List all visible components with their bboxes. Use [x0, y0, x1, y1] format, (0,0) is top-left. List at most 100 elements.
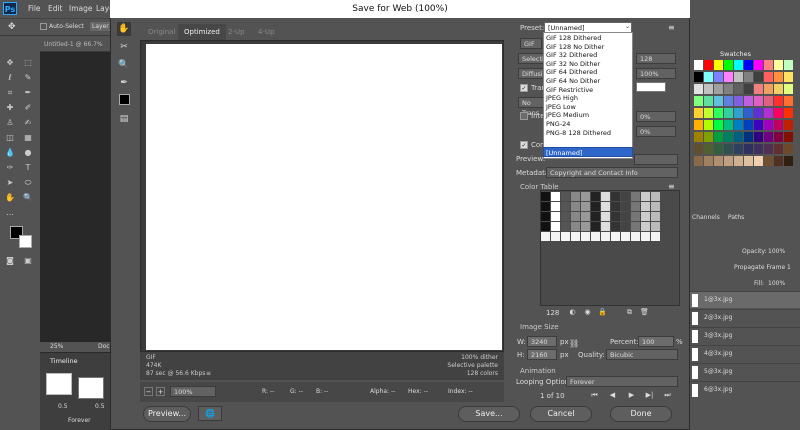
swatch[interactable]	[764, 144, 773, 154]
color-table-cell[interactable]	[601, 212, 610, 221]
swatch[interactable]	[764, 120, 773, 130]
tab-original[interactable]: Original	[142, 24, 181, 40]
swatch[interactable]	[694, 84, 703, 94]
color-table-cell[interactable]	[641, 212, 650, 221]
zoom-in-button[interactable]: +	[156, 387, 165, 396]
color-table-cell[interactable]	[551, 222, 560, 231]
colors-select[interactable]: 128	[636, 53, 676, 64]
swatch[interactable]	[714, 108, 723, 118]
swatch[interactable]	[734, 156, 743, 166]
color-table-cell[interactable]	[621, 202, 630, 211]
brush-icon[interactable]: ✐	[23, 103, 33, 113]
swatch[interactable]	[694, 132, 703, 142]
color-table-cell[interactable]	[571, 232, 580, 241]
optimized-preview-image[interactable]	[146, 44, 502, 350]
cancel-button[interactable]: Cancel	[530, 406, 592, 422]
color-table-cell[interactable]	[541, 192, 550, 201]
dither-amount[interactable]: 100%	[636, 68, 676, 79]
swatch[interactable]	[764, 60, 773, 70]
transparency-dither-select[interactable]: No Trans	[518, 97, 544, 117]
swatch[interactable]	[704, 84, 713, 94]
swatch[interactable]	[754, 120, 763, 130]
preset-option[interactable]: GIF 64 Dithered	[546, 68, 597, 76]
dodge-icon[interactable]: ●	[23, 148, 33, 158]
color-table-cell[interactable]	[541, 202, 550, 211]
eyedropper-tool-icon[interactable]: ✒	[117, 76, 131, 90]
swatch[interactable]	[774, 156, 783, 166]
color-table-cell[interactable]	[601, 232, 610, 241]
document-tab[interactable]: Untitled-1 @ 66.7%	[40, 38, 110, 52]
hand-icon[interactable]: ✋	[5, 193, 15, 203]
swatch[interactable]	[764, 96, 773, 106]
swatch[interactable]	[724, 60, 733, 70]
timeline-frame-1[interactable]	[46, 373, 72, 395]
swatch[interactable]	[754, 132, 763, 142]
marquee-icon[interactable]: ⬚	[23, 58, 33, 68]
type-icon[interactable]: T	[23, 163, 33, 173]
tab-channels[interactable]: Channels	[692, 214, 720, 221]
shape-icon[interactable]: ⬭	[23, 178, 33, 188]
swatch[interactable]	[714, 156, 723, 166]
color-table-cell[interactable]	[621, 192, 630, 201]
color-table-cell[interactable]	[561, 192, 570, 201]
swatch[interactable]	[734, 108, 743, 118]
timeline-frame-2[interactable]	[78, 377, 104, 399]
swatch[interactable]	[734, 60, 743, 70]
swatch[interactable]	[714, 144, 723, 154]
history-brush-icon[interactable]: ✍	[23, 118, 33, 128]
swatch[interactable]	[704, 156, 713, 166]
swatch[interactable]	[754, 144, 763, 154]
tab-2-up[interactable]: 2-Up	[222, 24, 251, 40]
toggle-slices-icon[interactable]: ▤	[117, 112, 131, 126]
preset-option-unnamed[interactable]: [Unnamed]	[543, 147, 633, 157]
swatch[interactable]	[744, 156, 753, 166]
swatch[interactable]	[754, 108, 763, 118]
auto-select-checkbox[interactable]	[40, 23, 47, 30]
swatch[interactable]	[724, 132, 733, 142]
color-table-cell[interactable]	[591, 222, 600, 231]
color-table-cell[interactable]	[611, 212, 620, 221]
path-select-icon[interactable]: ➤	[5, 178, 15, 188]
color-table-cell[interactable]	[651, 232, 660, 241]
convert-srgb-checkbox[interactable]: ✓	[520, 141, 528, 149]
link-dimensions-icon[interactable]: ⛓	[569, 339, 579, 348]
swatch[interactable]	[694, 72, 703, 82]
menu-file[interactable]: File	[28, 4, 41, 13]
color-table-cell[interactable]	[631, 202, 640, 211]
color-table-cell[interactable]	[621, 232, 630, 241]
swatch[interactable]	[754, 84, 763, 94]
healing-icon[interactable]: ✚	[5, 103, 15, 113]
swatch[interactable]	[734, 132, 743, 142]
swatch[interactable]	[704, 132, 713, 142]
swatch[interactable]	[744, 120, 753, 130]
color-table-cell[interactable]	[591, 232, 600, 241]
color-table-cell[interactable]	[581, 192, 590, 201]
color-table-cell[interactable]	[571, 192, 580, 201]
eyedropper-color-swatch[interactable]	[118, 94, 130, 105]
color-table-cell[interactable]	[581, 202, 590, 211]
swatch[interactable]	[754, 156, 763, 166]
color-table-cell[interactable]	[561, 202, 570, 211]
preview-select[interactable]	[634, 154, 678, 165]
swatch[interactable]	[774, 60, 783, 70]
fill-value[interactable]: 100%	[768, 280, 785, 287]
preset-option[interactable]: GIF 128 Dithered	[546, 34, 601, 42]
preset-option[interactable]: GIF 128 No Dither	[546, 43, 604, 51]
swatch[interactable]	[774, 132, 783, 142]
color-table-cell[interactable]	[571, 222, 580, 231]
layer-row[interactable]: 5@3x.jpg	[690, 363, 800, 380]
color-table-cell[interactable]	[611, 232, 620, 241]
quality-select[interactable]: Bicubic	[606, 349, 678, 360]
slice-select-icon[interactable]: ✂	[117, 40, 131, 54]
color-table-cell[interactable]	[641, 232, 650, 241]
color-table-cell[interactable]	[641, 222, 650, 231]
preset-option[interactable]: GIF 32 No Dither	[546, 60, 600, 68]
frame-2-delay[interactable]: 0.5	[95, 403, 105, 410]
swatch[interactable]	[744, 60, 753, 70]
looping-options-select[interactable]: Forever	[566, 376, 678, 387]
swatch[interactable]	[704, 120, 713, 130]
preset-option[interactable]: JPEG Medium	[546, 111, 589, 119]
map-to-transparent-icon[interactable]: ◐	[568, 308, 577, 317]
swatch[interactable]	[784, 156, 793, 166]
swatch[interactable]	[724, 72, 733, 82]
